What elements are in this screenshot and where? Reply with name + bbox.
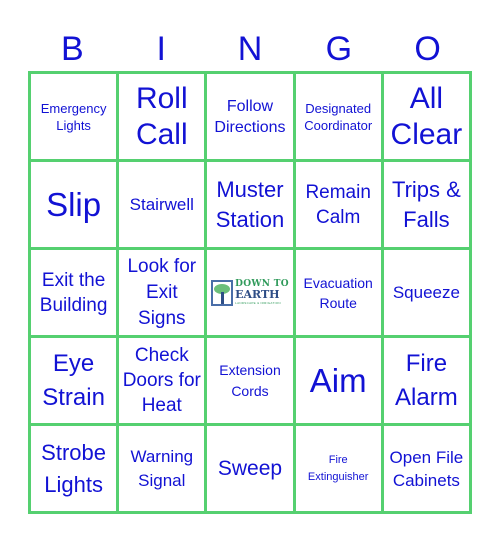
bingo-cell[interactable]: Eye Strain xyxy=(31,338,117,423)
bingo-cell[interactable]: Open File Cabinets xyxy=(383,426,469,511)
bingo-cell[interactable]: Stairwell xyxy=(119,162,205,247)
cell-text: Designated Coordinator xyxy=(304,100,373,133)
company-logo: DOWN TO EARTH LANDSCAPE & IRRIGATION xyxy=(211,279,289,306)
bingo-cell[interactable]: Aim xyxy=(295,338,381,423)
cell-text: Trips & Falls xyxy=(391,176,461,232)
cell-text: Remain Calm xyxy=(305,181,371,228)
cell-text: Follow Directions xyxy=(214,97,286,136)
header-letter-n: N xyxy=(237,30,263,68)
bingo-cell[interactable]: Muster Station xyxy=(207,162,293,247)
bingo-cell[interactable]: Fire Extinguisher xyxy=(295,426,381,511)
bingo-cell[interactable]: Trips & Falls xyxy=(383,162,469,247)
cell-text: Stairwell xyxy=(129,195,194,214)
cell-text: Evacuation Route xyxy=(303,274,373,311)
cell-text: Sweep xyxy=(217,456,283,480)
bingo-cell[interactable]: Roll Call xyxy=(119,74,205,159)
logo-line2: EARTH xyxy=(235,288,280,301)
free-space[interactable]: DOWN TO EARTH LANDSCAPE & IRRIGATION xyxy=(207,250,293,335)
bingo-cell[interactable]: Squeeze xyxy=(383,250,469,335)
logo-line3: LANDSCAPE & IRRIGATION xyxy=(235,301,281,305)
cell-text: Strobe Lights xyxy=(41,439,106,497)
cell-text: Fire Alarm xyxy=(395,349,458,411)
cell-text: Look for Exit Signs xyxy=(127,255,197,329)
cell-text: Roll Call xyxy=(135,81,188,151)
cell-text: All Clear xyxy=(390,81,463,151)
cell-text: Eye Strain xyxy=(42,349,105,411)
cell-text: Muster Station xyxy=(215,176,285,232)
bingo-cell[interactable]: Remain Calm xyxy=(295,162,381,247)
cell-text: Squeeze xyxy=(392,283,460,302)
cell-text: Aim xyxy=(309,362,367,399)
bingo-cell[interactable]: Slip xyxy=(31,162,117,247)
cell-text: Emergency Lights xyxy=(40,100,107,133)
bingo-cell[interactable]: Look for Exit Signs xyxy=(119,250,205,335)
cell-text: Slip xyxy=(46,186,102,223)
cell-text: Exit the Building xyxy=(39,269,108,316)
bingo-cell[interactable]: Evacuation Route xyxy=(295,250,381,335)
bingo-cell[interactable]: Fire Alarm xyxy=(383,338,469,423)
bingo-header: B I N G O xyxy=(28,28,472,70)
bingo-cell[interactable]: Check Doors for Heat xyxy=(119,338,205,423)
bingo-cell[interactable]: Extension Cords xyxy=(207,338,293,423)
bingo-cell[interactable]: All Clear xyxy=(383,74,469,159)
bingo-grid: Emergency Lights Roll Call Follow Direct… xyxy=(28,71,472,514)
cell-text: Warning Signal xyxy=(130,446,194,490)
cell-text: Fire Extinguisher xyxy=(307,453,369,483)
cell-text: Extension Cords xyxy=(219,361,281,399)
bingo-cell[interactable]: Follow Directions xyxy=(207,74,293,159)
bingo-cell[interactable]: Strobe Lights xyxy=(31,426,117,511)
cell-text: Open File Cabinets xyxy=(389,447,464,490)
bingo-cell[interactable]: Emergency Lights xyxy=(31,74,117,159)
tree-icon xyxy=(211,279,234,306)
header-letter-o: O xyxy=(414,30,441,68)
header-letter-g: G xyxy=(325,30,353,68)
bingo-cell[interactable]: Warning Signal xyxy=(119,426,205,511)
bingo-cell[interactable]: Exit the Building xyxy=(31,250,117,335)
cell-text: Check Doors for Heat xyxy=(122,345,201,416)
header-letter-b: B xyxy=(61,30,84,68)
bingo-cell[interactable]: Sweep xyxy=(207,426,293,511)
header-letter-i: I xyxy=(156,30,166,68)
bingo-cell[interactable]: Designated Coordinator xyxy=(295,74,381,159)
